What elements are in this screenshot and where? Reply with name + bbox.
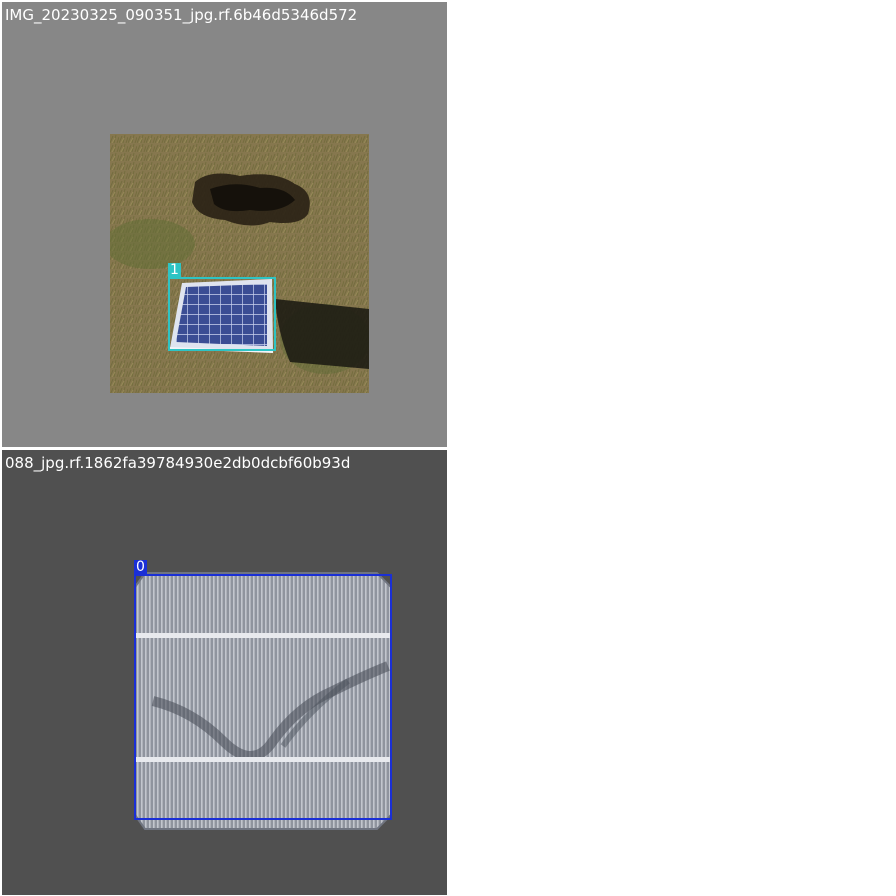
- image-filename: 088_jpg.rf.1862fa39784930e2db0dcbf60b93d: [5, 454, 351, 472]
- detection-box-panel: [168, 277, 276, 351]
- detection-class-label: 1: [168, 262, 181, 278]
- image-filename: IMG_20230325_090351_jpg.rf.6b46d5346d572: [5, 6, 358, 24]
- grass-solar-panel-photo: [110, 134, 369, 393]
- mosaic-tile-el-image: 088_jpg.rf.1862fa39784930e2db0dcbf60b93d…: [2, 450, 447, 895]
- detection-class-label: 0: [134, 559, 147, 575]
- detection-box-cell: [134, 574, 392, 820]
- mosaic-tile-field-photo: IMG_20230325_090351_jpg.rf.6b46d5346d572: [2, 2, 447, 447]
